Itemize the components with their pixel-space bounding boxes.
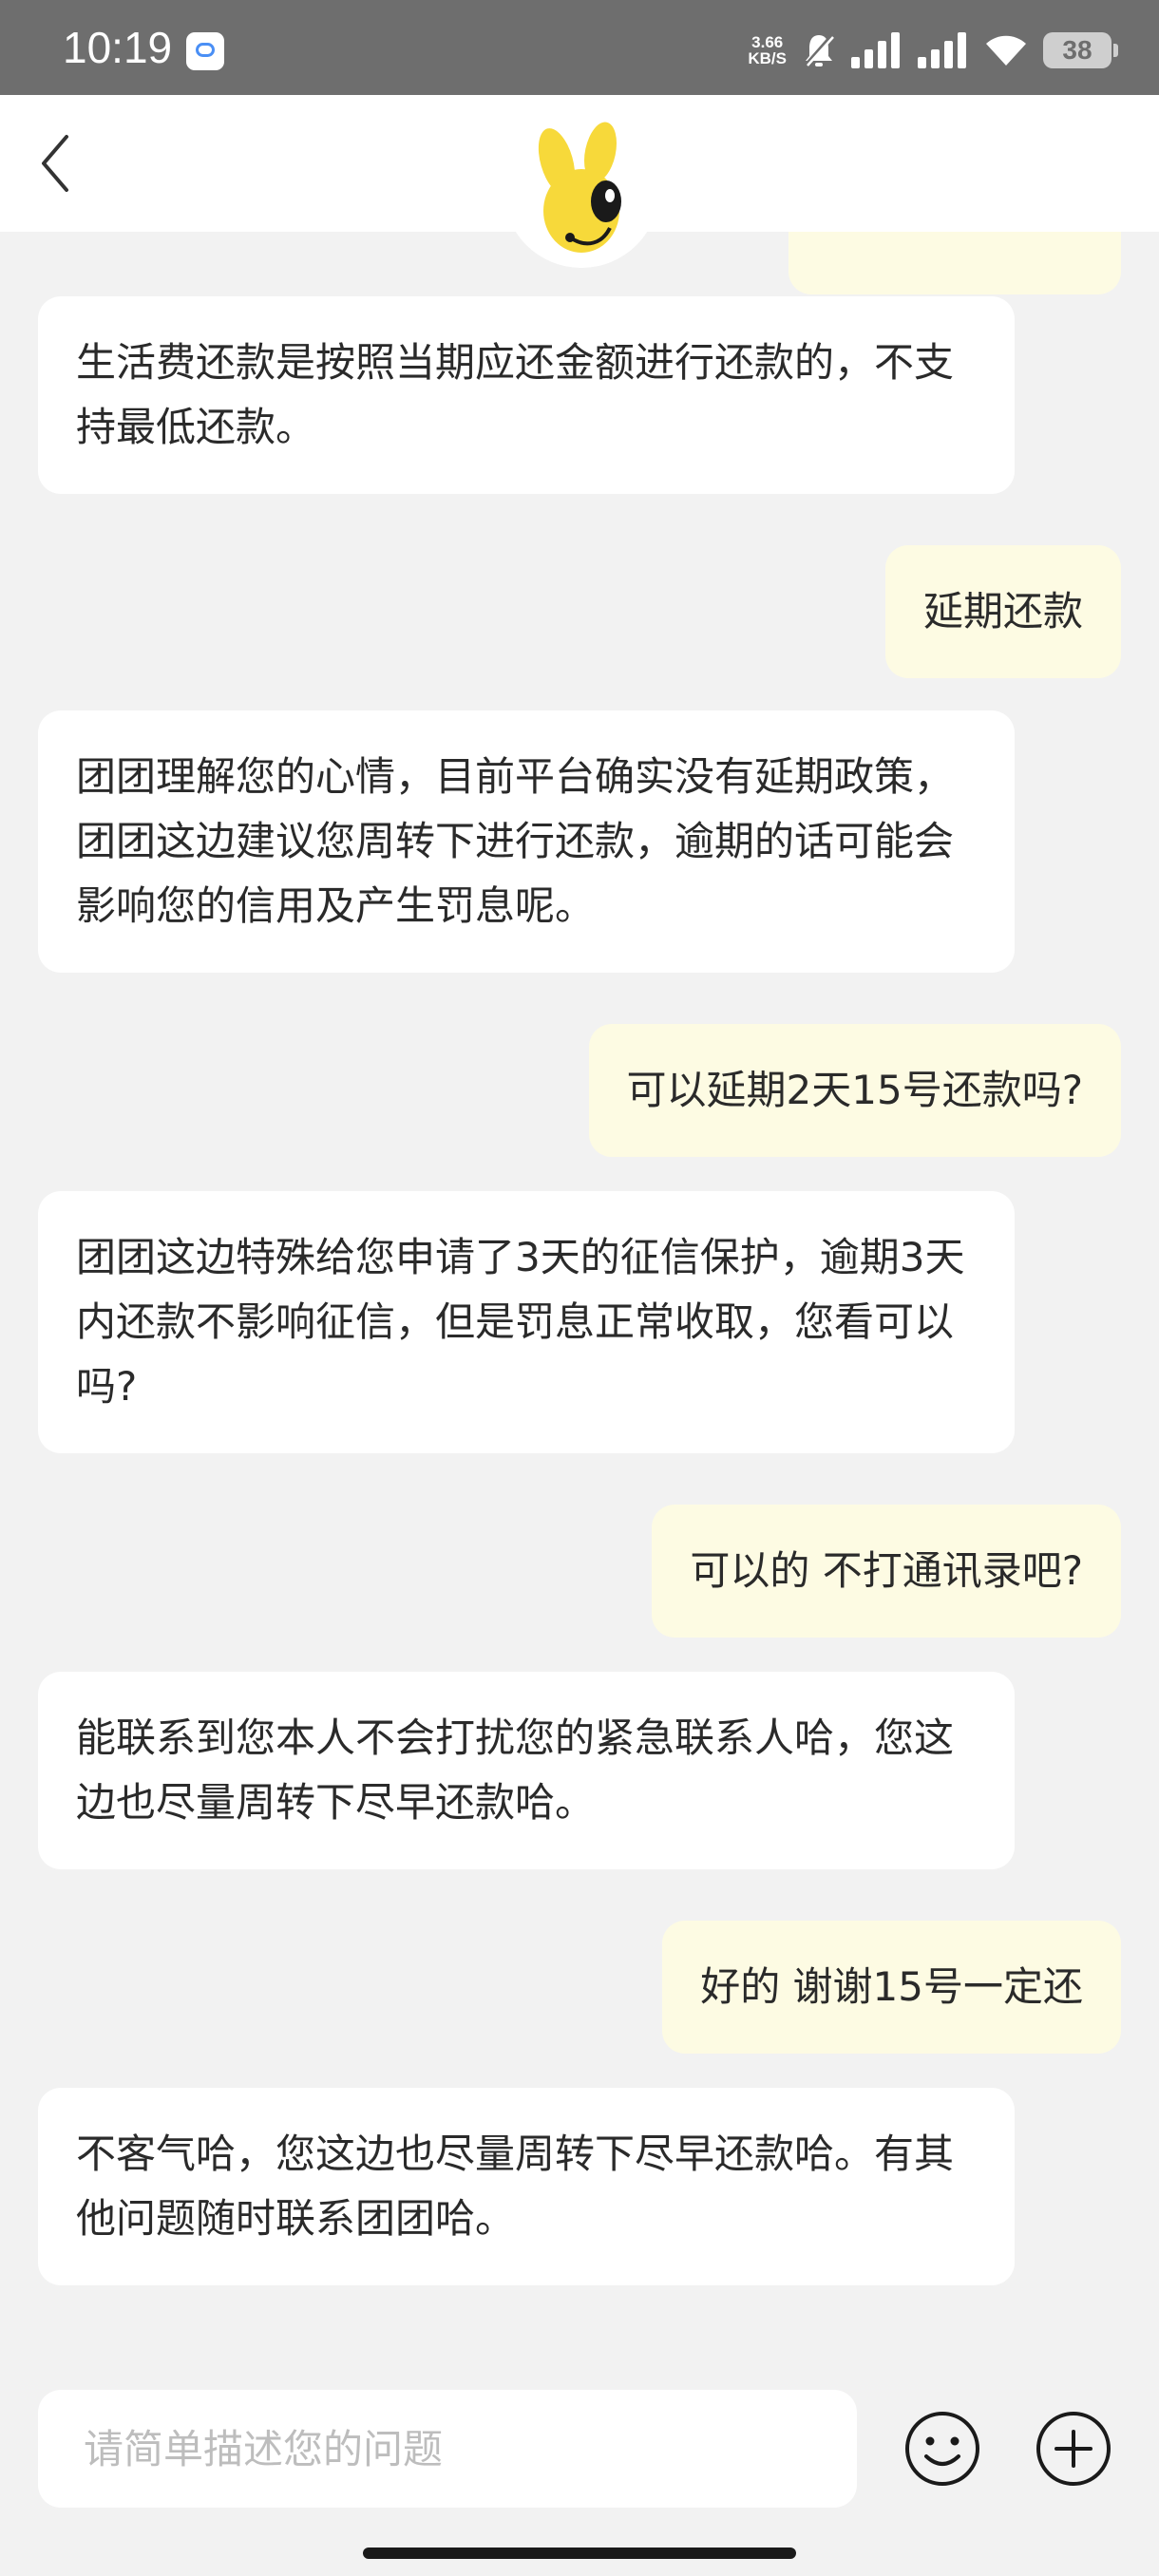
user-message: 好的 谢谢15号一定还 [662, 1921, 1121, 2054]
network-speed: 3.66 KB/S [748, 34, 787, 66]
emoji-button[interactable] [902, 2409, 982, 2489]
user-message: 可以的 不打通讯录吧? [652, 1505, 1121, 1638]
agent-message: 不客气哈，您这边也尽量周转下尽早还款哈。有其他问题随时联系团团哈。 [38, 2088, 1015, 2285]
input-bar [0, 2363, 1159, 2576]
status-indicators: 3.66 KB/S 38 [748, 25, 1118, 76]
agent-message: 团团理解您的心情，目前平台确实没有延期政策，团团这边建议您周转下进行还款，逾期的… [38, 710, 1015, 973]
agent-message: 能联系到您本人不会打扰您的紧急联系人哈，您这边也尽量周转下尽早还款哈。 [38, 1672, 1015, 1869]
battery-indicator: 38 [1043, 32, 1118, 68]
status-bar: 10:19 3.66 KB/S 38 [0, 0, 1159, 95]
home-indicator[interactable] [363, 2548, 796, 2559]
network-speed-value: 3.66 [751, 33, 784, 51]
signal-icon [851, 32, 900, 68]
agent-message: 生活费还款是按照当期应还金额进行还款的，不支持最低还款。 [38, 296, 1015, 494]
wifi-icon [986, 35, 1026, 66]
back-button[interactable] [28, 123, 104, 203]
status-time: 10:19 [63, 23, 173, 72]
mute-bell-icon [804, 33, 834, 67]
agent-message: 团团这边特殊给您申请了3天的征信保护，逾期3天内还款不影响征信，但是罚息正常收取… [38, 1191, 1015, 1453]
user-message: 可以延期2天15号还款吗? [588, 1024, 1121, 1157]
user-message: 延期还款 [884, 545, 1121, 678]
previous-user-bubble [788, 232, 1121, 294]
chat-header [0, 95, 1159, 268]
message-app-icon [186, 32, 224, 70]
more-options-button[interactable] [1034, 2409, 1113, 2489]
chevron-left-icon [42, 135, 68, 192]
chat-messages[interactable]: 生活费还款是按照当期应还金额进行还款的，不支持最低还款。 延期还款 团团理解您的… [0, 232, 1159, 2363]
smiley-icon [905, 2412, 979, 2486]
message-input[interactable] [38, 2390, 857, 2508]
signal-icon-2 [918, 32, 966, 68]
plus-circle-icon [1036, 2412, 1111, 2486]
network-speed-unit: KB/S [748, 49, 787, 67]
